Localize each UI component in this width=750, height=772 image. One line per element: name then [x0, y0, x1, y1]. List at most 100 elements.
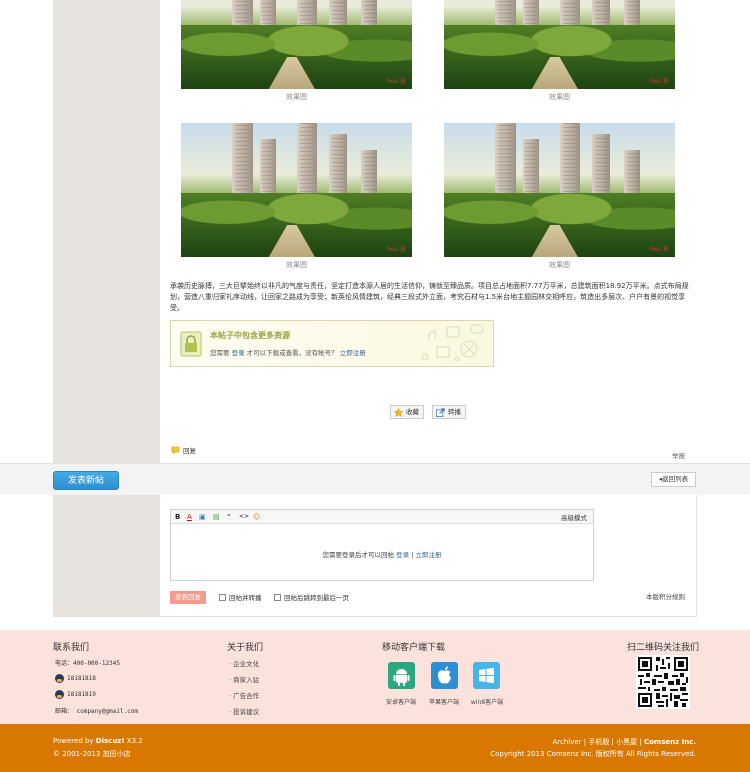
- submit-reply-button[interactable]: 发表回复: [170, 591, 206, 604]
- editor-toolbar: B A ▣ ▤ “ <> ☺ 高级模式: [171, 510, 593, 524]
- site-copyright: © 2001-2013 加田小店: [53, 750, 131, 758]
- bold-icon[interactable]: B: [175, 512, 180, 522]
- qr-title: 扫二维码关注我们: [627, 643, 700, 653]
- new-thread-button[interactable]: 发表新帖: [53, 471, 119, 490]
- login-required-message: 您需要登录后才可以回帖 登录 | 立即注册: [171, 549, 593, 559]
- watermark: Rea 泉: [649, 78, 669, 85]
- jump-to-last-page-checkbox[interactable]: 回帖后跳转到最后一页: [274, 592, 349, 602]
- back-to-list-label: 返回列表: [662, 475, 689, 483]
- back-to-list-button[interactable]: ◂返回列表: [651, 472, 696, 487]
- quote-icon[interactable]: “: [227, 512, 231, 522]
- favorite-label: 收藏: [406, 408, 419, 416]
- post-image-1[interactable]: Rea 泉 效果图: [181, 0, 412, 102]
- windows-icon[interactable]: [473, 662, 500, 689]
- checkbox-label: 回帖并转播: [229, 594, 262, 602]
- favorite-button[interactable]: 收藏: [390, 405, 424, 419]
- attachment-icon[interactable]: ▤: [213, 512, 220, 522]
- building-render-image[interactable]: Rea 泉: [181, 123, 412, 257]
- comment-icon: [171, 446, 180, 454]
- contact-qq-2[interactable]: 18181819: [55, 690, 96, 699]
- code-icon[interactable]: <>: [239, 512, 249, 522]
- quick-reply-area: B A ▣ ▤ “ <> ☺ 高级模式 您需要登录后才可以回帖 登录 | 立即注…: [53, 495, 697, 617]
- android-icon[interactable]: [388, 662, 415, 689]
- login-link[interactable]: 登录: [232, 349, 245, 357]
- about-link-merchants[interactable]: · 商家入驻: [229, 674, 259, 684]
- contact-phone: 电话：400-000-12345: [55, 658, 120, 667]
- about-link-culture[interactable]: · 企业文化: [229, 658, 259, 668]
- checkbox-label: 回帖后跳转到最后一页: [284, 594, 349, 602]
- qq-icon: [55, 674, 64, 683]
- win8-label[interactable]: win8客户端: [462, 697, 512, 706]
- image-caption: 效果图: [286, 261, 307, 269]
- building-render-image[interactable]: Rea 泉: [444, 0, 675, 89]
- advanced-mode-link[interactable]: 高级模式: [561, 512, 587, 522]
- credit-rules-link[interactable]: 本版积分规则: [646, 591, 685, 601]
- about-title: 关于我们: [227, 643, 264, 653]
- contact-email: 邮箱： company@gmail.com: [55, 706, 138, 715]
- image-insert-icon[interactable]: ▣: [199, 512, 206, 522]
- powered-version: X3.2: [124, 737, 143, 745]
- post-body-text: 承袭历史脉搏，三大巨擘始终以非凡的气度与责任，坚定打造本源人居的生活信仰，铸就至…: [170, 282, 689, 312]
- link-separator: |: [411, 551, 414, 559]
- register-link[interactable]: 立即注册: [340, 349, 366, 357]
- editor-login-link[interactable]: 登录: [396, 551, 409, 559]
- watermark: Rea 泉: [386, 246, 406, 253]
- post-image-4[interactable]: Rea 泉 效果图: [444, 123, 675, 270]
- editor-register-link[interactable]: 立即注册: [415, 551, 441, 559]
- mobile-title: 移动客户端下载: [382, 643, 446, 653]
- company-link[interactable]: Comsenz Inc.: [644, 738, 696, 746]
- post-area: Rea 泉 效果图 Rea 泉 效果图 Rea 泉 效果图 Rea 泉 效果图 …: [53, 0, 697, 463]
- font-color-icon[interactable]: A: [187, 512, 192, 522]
- reply-sidebar: [53, 495, 160, 617]
- locked-title: 本帖子中包含更多资源: [210, 331, 290, 340]
- phone-text: 电话：400-000-12345: [55, 660, 120, 667]
- about-link-label: 企业文化: [233, 660, 260, 668]
- post-image-3[interactable]: Rea 泉 效果图: [181, 123, 412, 270]
- comsenz-copyright: Copyright 2013 Comsenz Inc. 版权所有 All Rig…: [490, 750, 696, 758]
- post-image-2[interactable]: Rea 泉 效果图: [444, 0, 675, 102]
- thread-action-bar: 发表新帖 ◂返回列表: [0, 463, 750, 495]
- login-required-text: 您需要登录后才可以回帖: [322, 551, 395, 559]
- footer-links[interactable]: Archiver | 手机版 | 小黑屋 | Comsenz Inc.: [552, 737, 696, 747]
- powered-by: Powered by Discuz! X3.2: [53, 737, 143, 745]
- qq-number: 18181818: [67, 675, 96, 682]
- decorative-doodle-icon: [421, 324, 484, 362]
- lock-icon: [180, 331, 202, 357]
- contact-title: 联系我们: [53, 643, 90, 653]
- watermark: Rea 泉: [386, 78, 406, 85]
- share-label: 转播: [448, 408, 461, 416]
- reply-link[interactable]: 回复: [171, 445, 196, 455]
- footer-link-list[interactable]: Archiver | 手机版 | 小黑屋 |: [552, 738, 644, 746]
- locked-middle: 才可以下载或查看，没有帐号？: [246, 349, 338, 357]
- image-caption: 效果图: [286, 93, 307, 101]
- building-render-image[interactable]: Rea 泉: [181, 0, 412, 89]
- share-button[interactable]: 转播: [432, 405, 466, 419]
- about-link-label: 商家入驻: [233, 676, 260, 684]
- discuz-link[interactable]: Discuz!: [96, 737, 125, 745]
- reply-editor[interactable]: B A ▣ ▤ “ <> ☺ 高级模式 您需要登录后才可以回帖 登录 | 立即注…: [170, 509, 594, 581]
- image-caption: 效果图: [549, 261, 570, 269]
- email-text: 邮箱： company@gmail.com: [55, 708, 139, 715]
- qq-icon: [55, 690, 64, 699]
- locked-prefix: 您需要: [210, 349, 230, 357]
- contact-qq-1[interactable]: 18181818: [55, 674, 96, 683]
- checkbox-box[interactable]: [219, 593, 226, 601]
- checkbox-box[interactable]: [274, 593, 281, 601]
- bottom-bar: Powered by Discuz! X3.2 © 2001-2013 加田小店…: [0, 724, 750, 772]
- about-link-label: 投诉建议: [233, 708, 260, 716]
- apple-icon[interactable]: [431, 662, 458, 689]
- qr-code-icon: [636, 655, 690, 709]
- star-icon: [394, 407, 403, 417]
- about-link-label: 广告合作: [233, 692, 260, 700]
- share-icon: [436, 407, 445, 417]
- building-render-image[interactable]: Rea 泉: [444, 123, 675, 257]
- about-link-complaints[interactable]: · 投诉建议: [229, 706, 259, 716]
- about-link-ads[interactable]: · 广告合作: [229, 690, 259, 700]
- image-caption: 效果图: [549, 93, 570, 101]
- reply-and-share-checkbox[interactable]: 回帖并转播: [219, 592, 262, 602]
- locked-description: 您需要 登录 才可以下载或查看，没有帐号？ 立即注册: [210, 347, 366, 357]
- smiley-icon[interactable]: ☺: [253, 512, 260, 522]
- author-sidebar: [53, 0, 160, 463]
- powered-prefix: Powered by: [53, 737, 96, 745]
- report-link[interactable]: 举报: [672, 450, 685, 460]
